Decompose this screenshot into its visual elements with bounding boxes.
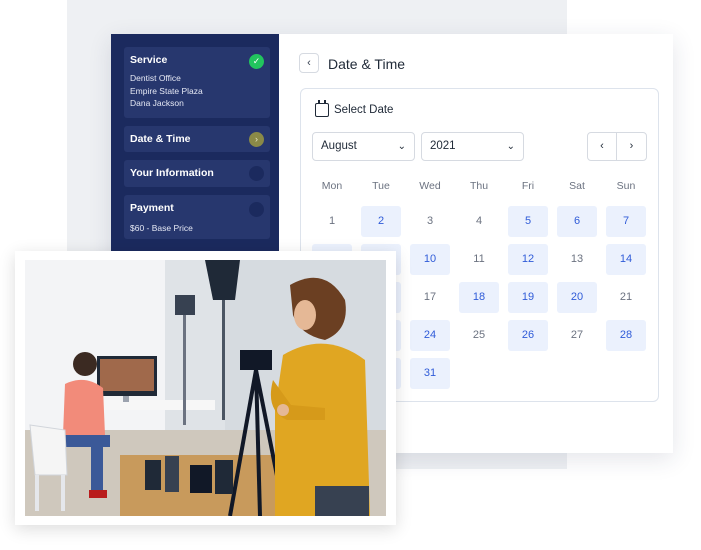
weekday-header: Sat: [569, 180, 585, 192]
chevron-down-icon: ⌄: [397, 141, 406, 152]
step-title: Service: [130, 54, 168, 66]
page-title: Date & Time: [328, 56, 406, 72]
calendar-day-unavailable: 1: [328, 215, 336, 227]
status-dot-icon: [249, 166, 264, 181]
calendar-day-unavailable: 25: [472, 329, 486, 341]
step-your-information[interactable]: Your Information: [124, 160, 270, 187]
weekday-header: Wed: [419, 180, 441, 192]
year-select-value: 2021: [430, 140, 456, 152]
weekday-header: Thu: [469, 180, 489, 192]
chevron-right-icon: ›: [249, 132, 264, 147]
month-navigation: ‹ ›: [587, 132, 647, 161]
weekday-header: Sun: [616, 180, 636, 192]
month-select[interactable]: August ⌄: [312, 132, 415, 161]
calendar-day-unavailable: 17: [423, 291, 437, 303]
calendar-day-available[interactable]: 14: [606, 244, 646, 275]
calendar-day-available[interactable]: 5: [508, 206, 548, 237]
status-dot-icon: [249, 202, 264, 217]
calendar-day-unavailable: 11: [473, 253, 485, 265]
calendar-day-available[interactable]: 20: [557, 282, 597, 313]
calendar-day-available[interactable]: 26: [508, 320, 548, 351]
step-detail: Empire State Plaza: [130, 85, 203, 96]
check-icon: ✓: [249, 54, 264, 69]
calendar-day-available[interactable]: 28: [606, 320, 646, 351]
calendar-day-available[interactable]: 10: [410, 244, 450, 275]
calendar-icon: [315, 100, 329, 117]
step-detail: Dentist Office: [130, 73, 181, 83]
year-select[interactable]: 2021 ⌄: [421, 132, 524, 161]
step-detail: Dana Jackson: [130, 98, 184, 108]
select-date-label: Select Date: [334, 104, 394, 116]
weekday-header: Fri: [521, 180, 535, 192]
step-service[interactable]: Service Dentist Office Empire State Plaz…: [124, 47, 270, 118]
calendar-day-unavailable: 13: [570, 253, 584, 265]
calendar-day-available[interactable]: 18: [459, 282, 499, 313]
weekday-header: Mon: [321, 180, 343, 192]
weekday-header: Tue: [372, 180, 390, 192]
calendar-day-available[interactable]: 19: [508, 282, 548, 313]
photo-frame: [15, 251, 396, 525]
calendar-day-available[interactable]: 2: [361, 206, 401, 237]
next-month-button[interactable]: ›: [617, 133, 646, 160]
step-payment[interactable]: Payment $60 - Base Price: [124, 195, 270, 239]
calendar-day-unavailable: 27: [570, 329, 584, 341]
calendar-day-available[interactable]: 24: [410, 320, 450, 351]
calendar-day-available[interactable]: 7: [606, 206, 646, 237]
step-detail: $60 - Base Price: [130, 223, 193, 233]
calendar-day-available[interactable]: 31: [410, 358, 450, 389]
calendar-day-available[interactable]: 6: [557, 206, 597, 237]
step-title: Date & Time: [130, 133, 191, 145]
month-select-value: August: [321, 140, 357, 152]
step-title: Payment: [130, 202, 174, 214]
step-date-time[interactable]: Date & Time ›: [124, 126, 270, 152]
calendar-day-unavailable: 4: [475, 215, 483, 227]
calendar-day-unavailable: 3: [426, 215, 434, 227]
chevron-down-icon: ⌄: [506, 141, 515, 152]
step-title: Your Information: [130, 167, 214, 179]
photo-studio-image: [25, 260, 386, 516]
calendar-day-available[interactable]: 12: [508, 244, 548, 275]
back-button[interactable]: ‹: [299, 53, 319, 73]
calendar-day-unavailable: 21: [619, 291, 633, 303]
previous-month-button[interactable]: ‹: [588, 133, 617, 160]
